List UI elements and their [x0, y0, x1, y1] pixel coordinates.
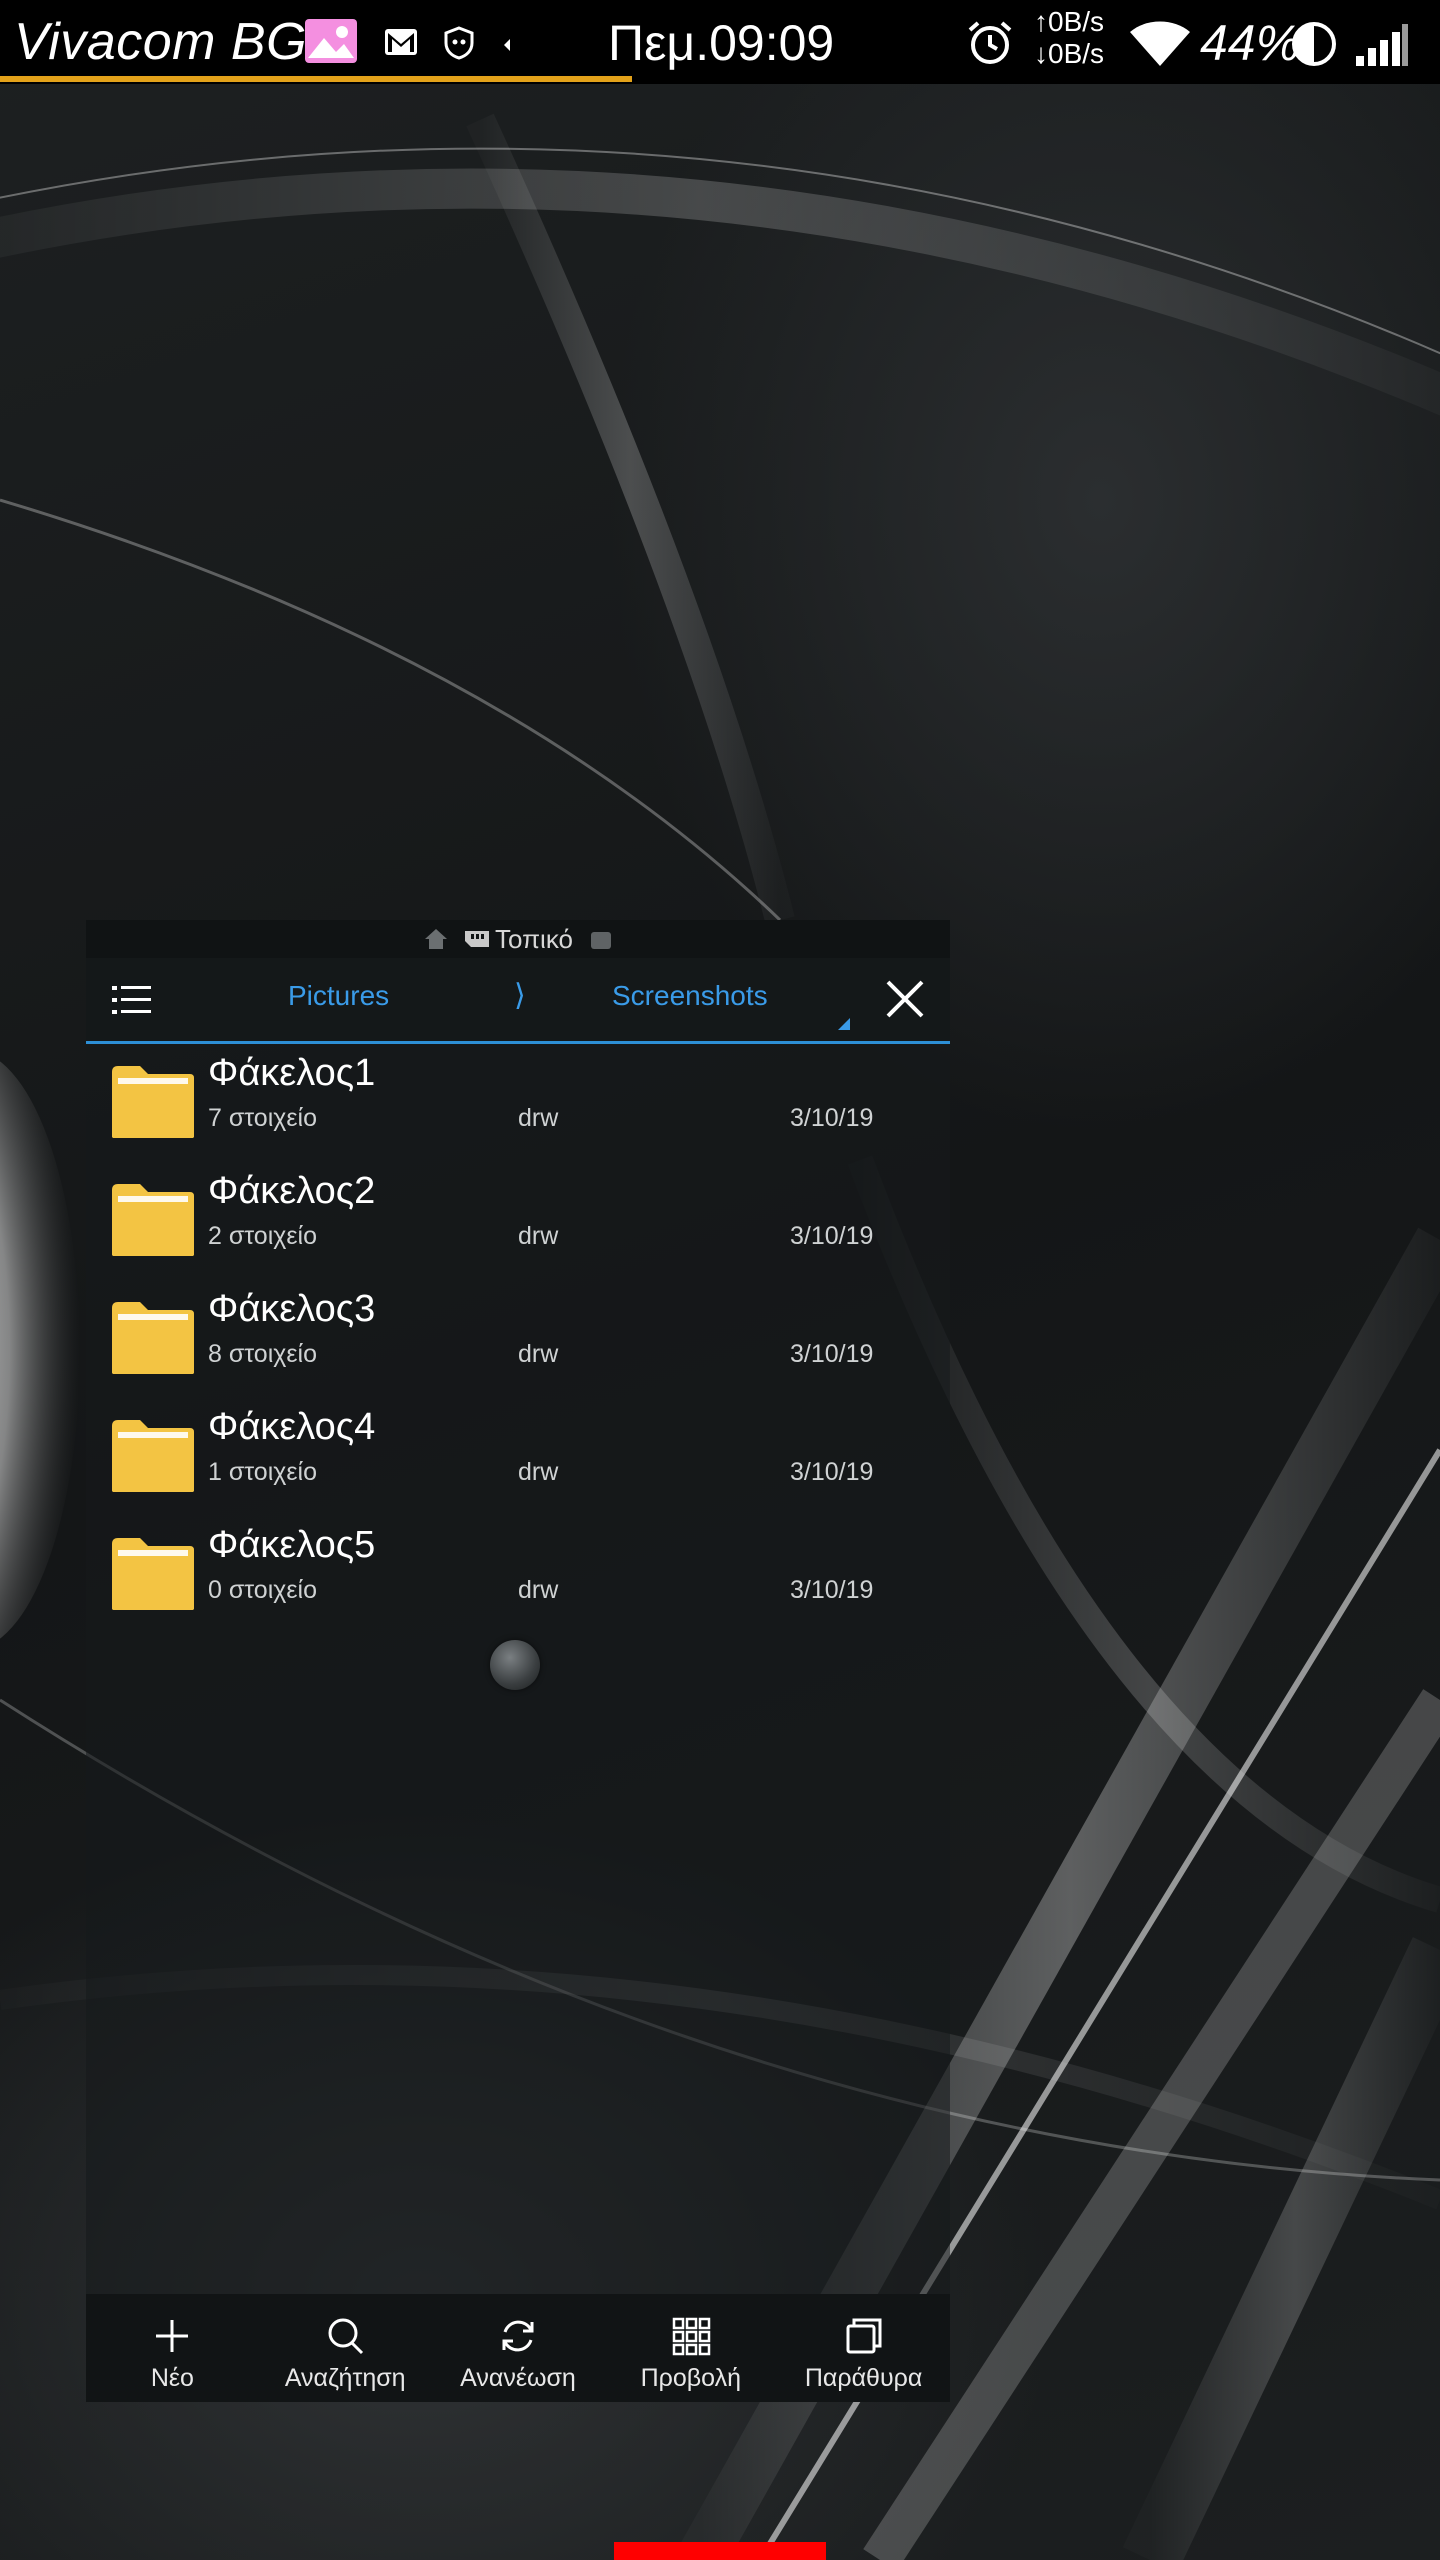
folder-icon [110, 1418, 196, 1494]
folder-date: 3/10/19 [790, 1104, 874, 1132]
new-label: Νέο [150, 2364, 194, 2392]
bottom-action-bar: Νέο Αναζήτηση Ανανέωση Προβολή Παράθυρα [86, 2294, 950, 2402]
location-label[interactable]: Τοπικό [495, 924, 573, 955]
folder-icon [110, 1300, 196, 1376]
view-button[interactable]: Προβολή [604, 2294, 777, 2402]
speed-up: ↑0B/s [1034, 6, 1105, 37]
picture-notification-icon [304, 18, 358, 69]
download-progress-bar [0, 76, 632, 82]
file-manager-window: Τοπικό Pictures ⟩ Screenshots Φάκελος1 7… [86, 920, 950, 2402]
folder-list: Φάκελος1 7 στοιχείο drw 3/10/19 Φάκελος2… [86, 1052, 950, 1642]
shield-icon [444, 26, 474, 65]
window-location-strip: Τοπικό [86, 920, 950, 958]
refresh-icon [502, 2320, 534, 2352]
folder-date: 3/10/19 [790, 1576, 874, 1604]
folder-name: Φάκελος1 [208, 1052, 376, 1094]
breadcrumb-dropdown-indicator[interactable] [838, 1018, 850, 1030]
folder-row[interactable]: Φάκελος3 8 στοιχείο drw 3/10/19 [86, 1288, 950, 1406]
folder-permissions: drw [518, 1576, 559, 1604]
carrier-label: Vivacom BG [14, 13, 308, 71]
folder-name: Φάκελος4 [208, 1406, 376, 1448]
sdcard-icon [463, 929, 491, 949]
dot-icon [502, 38, 512, 57]
folder-icon [110, 1536, 196, 1612]
new-button[interactable]: Νέο [86, 2294, 259, 2402]
folder-row[interactable]: Φάκελος5 0 στοιχείο drw 3/10/19 [86, 1524, 950, 1642]
windows-icon [846, 2318, 882, 2354]
alarm-icon [966, 20, 1014, 71]
folder-permissions: drw [518, 1104, 559, 1132]
folder-row[interactable]: Φάκελος4 1 στοιχείο drw 3/10/19 [86, 1406, 950, 1524]
clock: Πεμ.09:09 [608, 15, 835, 71]
folder-date: 3/10/19 [790, 1458, 874, 1486]
folder-item-count: 2 στοιχείο [208, 1222, 317, 1250]
folder-icon [110, 1064, 196, 1140]
windows-label: Παράθυρα [804, 2364, 923, 2392]
folder-item-count: 1 στοιχείο [208, 1458, 317, 1486]
folder-item-count: 0 στοιχείο [208, 1576, 317, 1604]
breadcrumb-pictures[interactable]: Pictures [288, 980, 389, 1012]
view-label: Προβολή [640, 2364, 741, 2392]
battery-percent: 44% [1200, 15, 1301, 71]
refresh-button[interactable]: Ανανέωση [432, 2294, 605, 2402]
speed-down: ↓0B/s [1034, 38, 1105, 69]
window-toolbar: Pictures ⟩ Screenshots [86, 958, 950, 1044]
close-icon[interactable] [882, 976, 928, 1022]
battery-icon [1290, 20, 1338, 73]
gmail-icon [384, 28, 418, 61]
folder-date: 3/10/19 [790, 1340, 874, 1368]
navigation-indicator [614, 2542, 826, 2560]
refresh-label: Ανανέωση [460, 2364, 576, 2392]
home-icon[interactable] [423, 927, 449, 951]
folder-item-count: 8 στοιχείο [208, 1340, 317, 1368]
signal-icon [1354, 22, 1410, 73]
folder-row[interactable]: Φάκελος1 7 στοιχείο drw 3/10/19 [86, 1052, 950, 1170]
folder-row[interactable]: Φάκελος2 2 στοιχείο drw 3/10/19 [86, 1170, 950, 1288]
folder-date: 3/10/19 [790, 1222, 874, 1250]
menu-list-icon[interactable] [110, 978, 154, 1022]
network-speed: ↑0B/s ↓0B/s [1034, 6, 1104, 70]
folder-permissions: drw [518, 1340, 559, 1368]
windows-button[interactable]: Παράθυρα [777, 2294, 950, 2402]
grid-view-icon [672, 2317, 711, 2356]
folder-item-count: 7 στοιχείο [208, 1104, 317, 1132]
breadcrumb-screenshots[interactable]: Screenshots [612, 980, 768, 1012]
folder-name: Φάκελος2 [208, 1170, 376, 1212]
folder-name: Φάκελος5 [208, 1524, 376, 1566]
folder-icon [110, 1182, 196, 1258]
search-icon [328, 2318, 364, 2355]
status-bar: Vivacom BG Πεμ.09:09 ↑0B/s ↓0B/s 44% [0, 0, 1440, 84]
folder-permissions: drw [518, 1458, 559, 1486]
search-button[interactable]: Αναζήτηση [259, 2294, 432, 2402]
plus-icon [156, 2320, 189, 2352]
android-icon[interactable] [589, 927, 613, 951]
folder-permissions: drw [518, 1222, 559, 1250]
wifi-icon [1128, 16, 1192, 73]
search-label: Αναζήτηση [284, 2364, 406, 2392]
breadcrumb-separator: ⟩ [514, 979, 526, 1012]
folder-name: Φάκελος3 [208, 1288, 376, 1330]
loading-spinner [490, 1640, 540, 1690]
